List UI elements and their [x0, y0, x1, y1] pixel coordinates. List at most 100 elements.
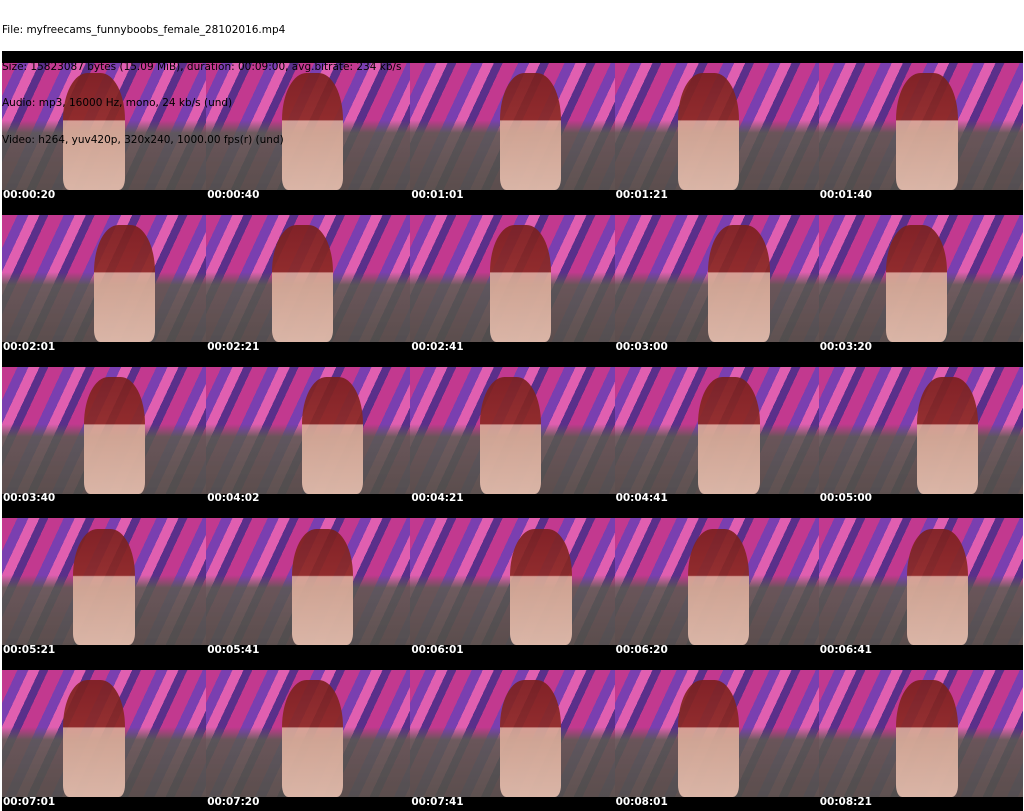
thumbnail-grid: 00:00:20 00:00:40 00:01:01 00:01:21 00:01:40…: [2, 51, 1023, 811]
frame-image: [206, 214, 411, 342]
subject-silhouette: [510, 528, 572, 646]
subject-silhouette: [708, 224, 770, 342]
frame-image: [2, 214, 207, 342]
subject-silhouette: [906, 528, 968, 646]
thumbnail-frame[interactable]: 00:06:20: [614, 506, 819, 659]
timestamp-label: 00:02:21: [207, 340, 260, 353]
timestamp-label: 00:05:41: [207, 644, 260, 657]
timestamp-label: 00:01:21: [615, 188, 668, 201]
thumbnail-frame[interactable]: 00:04:21: [410, 354, 615, 507]
frame-image: [206, 670, 411, 798]
timestamp-label: 00:03:40: [3, 492, 56, 505]
subject-silhouette: [73, 528, 135, 646]
timestamp-label: 00:02:01: [3, 340, 56, 353]
timestamp-label: 00:04:21: [411, 492, 464, 505]
subject-silhouette: [886, 224, 948, 342]
subject-silhouette: [490, 224, 552, 342]
subject-silhouette: [916, 376, 978, 494]
timestamp-label: 00:07:01: [3, 795, 56, 808]
timestamp-label: 00:01:40: [819, 188, 872, 201]
frame-image: [410, 366, 615, 494]
thumbnail-frame[interactable]: 00:03:00: [614, 202, 819, 355]
subject-silhouette: [688, 528, 750, 646]
subject-silhouette: [677, 680, 740, 798]
frame-image: [410, 214, 615, 342]
timestamp-label: 00:03:00: [615, 340, 668, 353]
video-info: Video: h264, yuv420p, 320x240, 1000.00 f…: [2, 133, 284, 146]
thumbnail-frame[interactable]: 00:05:00: [818, 354, 1023, 507]
thumbnail-frame[interactable]: 00:07:41: [410, 658, 615, 810]
frame-image: [2, 366, 207, 494]
file-info-header: File: myfreecams_funnyboobs_female_28102…: [2, 0, 402, 158]
timestamp-label: 00:04:02: [207, 492, 260, 505]
timestamp-label: 00:05:00: [819, 492, 872, 505]
subject-silhouette: [479, 376, 542, 494]
frame-image: [614, 214, 819, 342]
subject-silhouette: [281, 680, 343, 798]
frame-image: [818, 670, 1023, 798]
timestamp-label: 00:05:21: [3, 644, 56, 657]
thumbnail-frame[interactable]: 00:05:41: [206, 506, 411, 659]
thumbnail-frame[interactable]: 00:02:41: [410, 202, 615, 355]
thumbnail-frame[interactable]: 00:08:01: [614, 658, 819, 810]
file-size-duration: Size: 15823087 bytes (15.09 MiB), durati…: [2, 60, 402, 73]
frame-image: [818, 63, 1023, 190]
frame-image: [410, 670, 615, 798]
subject-silhouette: [83, 376, 145, 494]
thumbnail-frame[interactable]: 00:08:21: [818, 658, 1023, 810]
subject-silhouette: [302, 376, 364, 494]
timestamp-label: 00:06:01: [411, 644, 464, 657]
frame-image: [206, 518, 411, 646]
timestamp-label: 00:06:41: [819, 644, 872, 657]
timestamp-label: 00:08:21: [819, 795, 872, 808]
thumbnail-frame[interactable]: 00:03:40: [2, 354, 207, 507]
thumbnail-frame[interactable]: 00:01:01: [410, 51, 615, 203]
thumbnail-frame[interactable]: 00:06:01: [410, 506, 615, 659]
thumbnail-frame[interactable]: 00:02:01: [2, 202, 207, 355]
subject-silhouette: [896, 680, 958, 798]
frame-image: [2, 518, 207, 646]
frame-image: [206, 366, 411, 494]
subject-silhouette: [291, 528, 354, 646]
thumbnail-frame[interactable]: 00:01:40: [818, 51, 1023, 203]
timestamp-label: 00:00:40: [207, 188, 260, 201]
thumbnail-frame[interactable]: 00:07:20: [206, 658, 411, 810]
thumbnail-frame[interactable]: 00:04:02: [206, 354, 411, 507]
timestamp-label: 00:03:20: [819, 340, 872, 353]
frame-image: [614, 366, 819, 494]
thumbnail-frame[interactable]: 00:03:20: [818, 202, 1023, 355]
timestamp-label: 00:06:20: [615, 644, 668, 657]
thumbnail-frame[interactable]: 00:07:01: [2, 658, 207, 810]
subject-silhouette: [677, 73, 740, 190]
timestamp-label: 00:00:20: [3, 188, 56, 201]
audio-info: Audio: mp3, 16000 Hz, mono, 24 kb/s (und…: [2, 97, 233, 110]
timestamp-label: 00:02:41: [411, 340, 464, 353]
frame-image: [818, 214, 1023, 342]
frame-image: [2, 670, 207, 798]
timestamp-label: 00:08:01: [615, 795, 668, 808]
subject-silhouette: [896, 73, 958, 190]
frame-image: [614, 518, 819, 646]
timestamp-label: 00:07:41: [411, 795, 464, 808]
timestamp-label: 00:04:41: [615, 492, 668, 505]
thumbnail-frame[interactable]: 00:06:41: [818, 506, 1023, 659]
subject-silhouette: [63, 680, 125, 798]
subject-silhouette: [500, 73, 562, 190]
thumbnail-frame[interactable]: 00:02:21: [206, 202, 411, 355]
frame-image: [410, 518, 615, 646]
frame-image: [614, 670, 819, 798]
timestamp-label: 00:01:01: [411, 188, 464, 201]
frame-image: [818, 366, 1023, 494]
thumbnail-frame[interactable]: 00:04:41: [614, 354, 819, 507]
subject-silhouette: [500, 680, 562, 798]
file-name: File: myfreecams_funnyboobs_female_28102…: [2, 24, 286, 36]
subject-silhouette: [271, 224, 333, 342]
frame-image: [410, 63, 615, 190]
frame-image: [818, 518, 1023, 646]
subject-silhouette: [93, 224, 156, 342]
subject-silhouette: [698, 376, 760, 494]
thumbnail-frame[interactable]: 00:01:21: [614, 51, 819, 203]
timestamp-label: 00:07:20: [207, 795, 260, 808]
thumbnail-frame[interactable]: 00:05:21: [2, 506, 207, 659]
frame-image: [614, 63, 819, 190]
